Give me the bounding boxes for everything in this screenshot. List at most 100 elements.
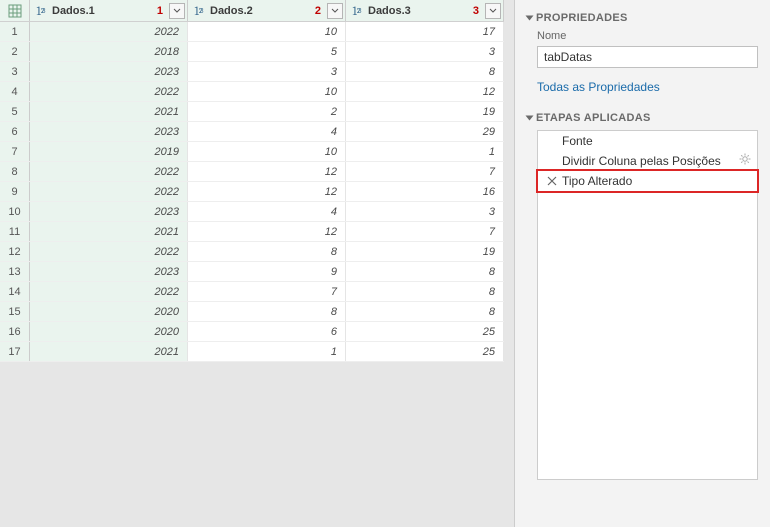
table-cell[interactable]: 3 xyxy=(188,62,346,81)
table-cell[interactable]: 2019 xyxy=(30,142,188,161)
step-tipo-alterado[interactable]: Tipo Alterado xyxy=(538,171,757,191)
table-cell[interactable]: 9 xyxy=(188,262,346,281)
table-row[interactable]: 2201853 xyxy=(0,42,504,62)
table-cell[interactable]: 12 xyxy=(346,82,504,101)
table-row[interactable]: 920221216 xyxy=(0,182,504,202)
filter-button[interactable] xyxy=(169,3,185,19)
table-cell[interactable]: 2022 xyxy=(30,242,188,261)
table-cell[interactable]: 2023 xyxy=(30,262,188,281)
table-cell[interactable]: 5 xyxy=(188,42,346,61)
table-cell[interactable]: 6 xyxy=(188,322,346,341)
table-row[interactable]: 420221012 xyxy=(0,82,504,102)
row-index[interactable]: 17 xyxy=(0,342,30,361)
table-cell[interactable]: 2021 xyxy=(30,102,188,121)
table-cell[interactable]: 7 xyxy=(346,222,504,241)
table-row[interactable]: 120221017 xyxy=(0,22,504,42)
gear-icon[interactable] xyxy=(739,153,751,168)
table-cell[interactable]: 2022 xyxy=(30,182,188,201)
delete-step-icon[interactable] xyxy=(546,175,558,187)
table-row[interactable]: 112021127 xyxy=(0,222,504,242)
table-cell[interactable]: 19 xyxy=(346,102,504,121)
table-cell[interactable]: 25 xyxy=(346,342,504,361)
row-index[interactable]: 14 xyxy=(0,282,30,301)
row-index[interactable]: 9 xyxy=(0,182,30,201)
step-fonte[interactable]: Fonte xyxy=(538,131,757,151)
table-row[interactable]: 10202343 xyxy=(0,202,504,222)
table-cell[interactable]: 8 xyxy=(188,302,346,321)
table-row[interactable]: 15202088 xyxy=(0,302,504,322)
table-cell[interactable]: 12 xyxy=(188,182,346,201)
table-cell[interactable]: 2022 xyxy=(30,162,188,181)
table-row[interactable]: 13202398 xyxy=(0,262,504,282)
column-header-dados-2[interactable]: 123 Dados.2 2 xyxy=(188,0,346,21)
table-cell[interactable]: 2018 xyxy=(30,42,188,61)
table-cell[interactable]: 1 xyxy=(346,142,504,161)
table-corner-button[interactable] xyxy=(0,0,30,21)
table-cell[interactable]: 10 xyxy=(188,82,346,101)
table-cell[interactable]: 2020 xyxy=(30,302,188,321)
table-cell[interactable]: 7 xyxy=(346,162,504,181)
table-cell[interactable]: 4 xyxy=(188,122,346,141)
applied-steps-section-header[interactable]: ETAPAS APLICADAS xyxy=(527,112,758,124)
table-cell[interactable]: 16 xyxy=(346,182,504,201)
row-index[interactable]: 7 xyxy=(0,142,30,161)
filter-button[interactable] xyxy=(327,3,343,19)
table-cell[interactable]: 2023 xyxy=(30,122,188,141)
table-cell[interactable]: 8 xyxy=(346,262,504,281)
table-cell[interactable]: 2 xyxy=(188,102,346,121)
table-cell[interactable]: 2023 xyxy=(30,62,188,81)
column-header-dados-1[interactable]: 123 Dados.1 1 xyxy=(30,0,188,21)
table-cell[interactable]: 2022 xyxy=(30,282,188,301)
table-cell[interactable]: 10 xyxy=(188,142,346,161)
table-row[interactable]: 3202338 xyxy=(0,62,504,82)
filter-button[interactable] xyxy=(485,3,501,19)
row-index[interactable]: 15 xyxy=(0,302,30,321)
table-cell[interactable]: 2023 xyxy=(30,202,188,221)
all-properties-link[interactable]: Todas as Propriedades xyxy=(537,80,758,94)
table-cell[interactable]: 8 xyxy=(346,302,504,321)
table-cell[interactable]: 25 xyxy=(346,322,504,341)
table-cell[interactable]: 3 xyxy=(346,202,504,221)
table-cell[interactable]: 8 xyxy=(346,62,504,81)
table-row[interactable]: 162020625 xyxy=(0,322,504,342)
query-name-input[interactable] xyxy=(537,46,758,68)
table-cell[interactable]: 10 xyxy=(188,22,346,41)
table-cell[interactable]: 17 xyxy=(346,22,504,41)
row-index[interactable]: 1 xyxy=(0,22,30,41)
row-index[interactable]: 6 xyxy=(0,122,30,141)
row-index[interactable]: 5 xyxy=(0,102,30,121)
row-index[interactable]: 12 xyxy=(0,242,30,261)
row-index[interactable]: 16 xyxy=(0,322,30,341)
row-index[interactable]: 8 xyxy=(0,162,30,181)
step-dividir-coluna[interactable]: Dividir Coluna pelas Posições xyxy=(538,151,757,171)
table-cell[interactable]: 2022 xyxy=(30,22,188,41)
row-index[interactable]: 4 xyxy=(0,82,30,101)
table-cell[interactable]: 4 xyxy=(188,202,346,221)
row-index[interactable]: 3 xyxy=(0,62,30,81)
table-cell[interactable]: 12 xyxy=(188,222,346,241)
table-cell[interactable]: 7 xyxy=(188,282,346,301)
column-header-dados-3[interactable]: 123 Dados.3 3 xyxy=(346,0,504,21)
table-cell[interactable]: 12 xyxy=(188,162,346,181)
row-index[interactable]: 10 xyxy=(0,202,30,221)
table-cell[interactable]: 29 xyxy=(346,122,504,141)
table-cell[interactable]: 2020 xyxy=(30,322,188,341)
table-cell[interactable]: 1 xyxy=(188,342,346,361)
table-cell[interactable]: 19 xyxy=(346,242,504,261)
table-row[interactable]: 72019101 xyxy=(0,142,504,162)
table-row[interactable]: 122022819 xyxy=(0,242,504,262)
row-index[interactable]: 2 xyxy=(0,42,30,61)
table-cell[interactable]: 2021 xyxy=(30,342,188,361)
table-row[interactable]: 62023429 xyxy=(0,122,504,142)
table-row[interactable]: 172021125 xyxy=(0,342,504,362)
table-cell[interactable]: 8 xyxy=(188,242,346,261)
row-index[interactable]: 13 xyxy=(0,262,30,281)
table-row[interactable]: 82022127 xyxy=(0,162,504,182)
table-cell[interactable]: 2022 xyxy=(30,82,188,101)
table-row[interactable]: 52021219 xyxy=(0,102,504,122)
row-index[interactable]: 11 xyxy=(0,222,30,241)
table-row[interactable]: 14202278 xyxy=(0,282,504,302)
table-cell[interactable]: 2021 xyxy=(30,222,188,241)
table-cell[interactable]: 8 xyxy=(346,282,504,301)
properties-section-header[interactable]: PROPRIEDADES xyxy=(527,12,758,24)
